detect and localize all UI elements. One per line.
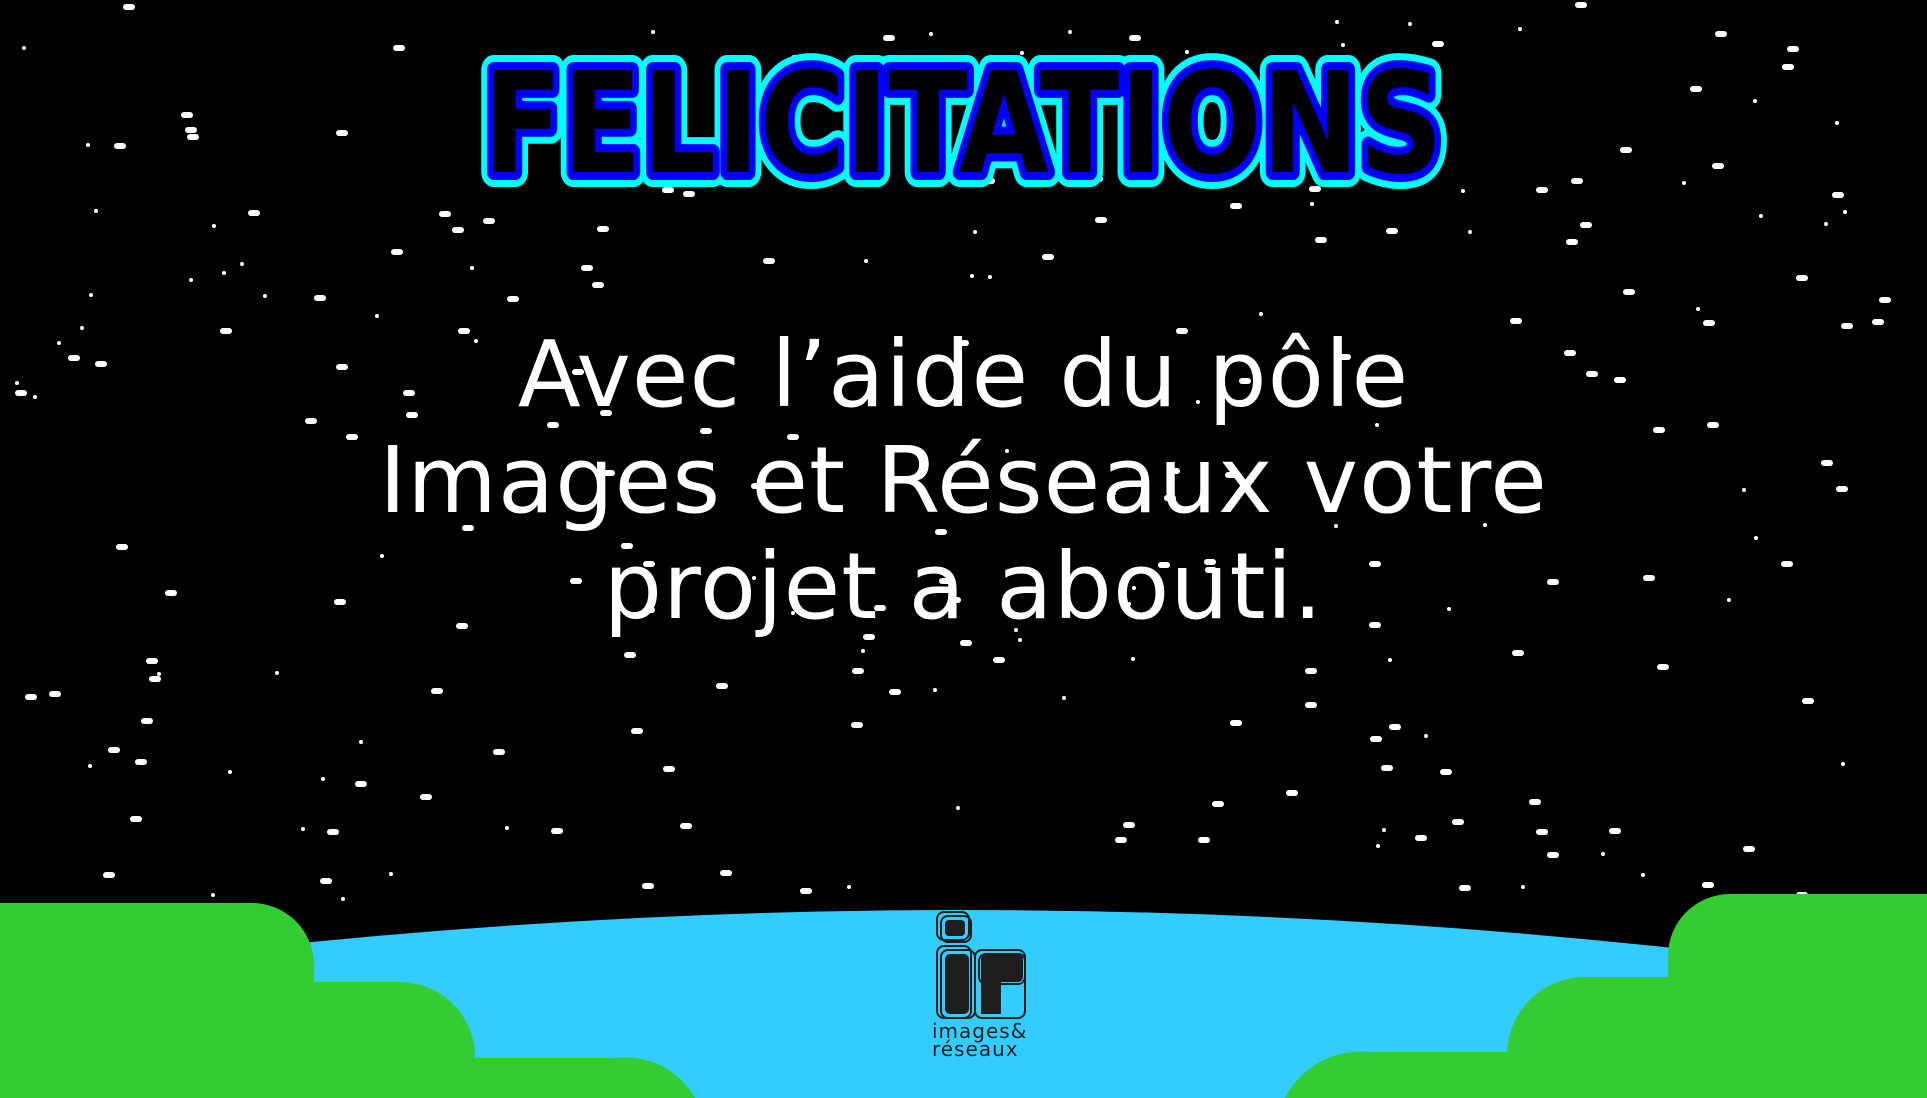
logo-line-2: réseaux bbox=[932, 1037, 1019, 1061]
congratulations-screen: FELICITATIONS FELICITATIONS FELICITATION… bbox=[0, 0, 1927, 1098]
ir-logo-mark bbox=[936, 911, 1026, 1019]
right-hill-front bbox=[1285, 1051, 1927, 1098]
images-et-reseaux-logo: images& réseaux bbox=[930, 910, 1030, 1060]
left-hill-front bbox=[0, 1057, 695, 1098]
